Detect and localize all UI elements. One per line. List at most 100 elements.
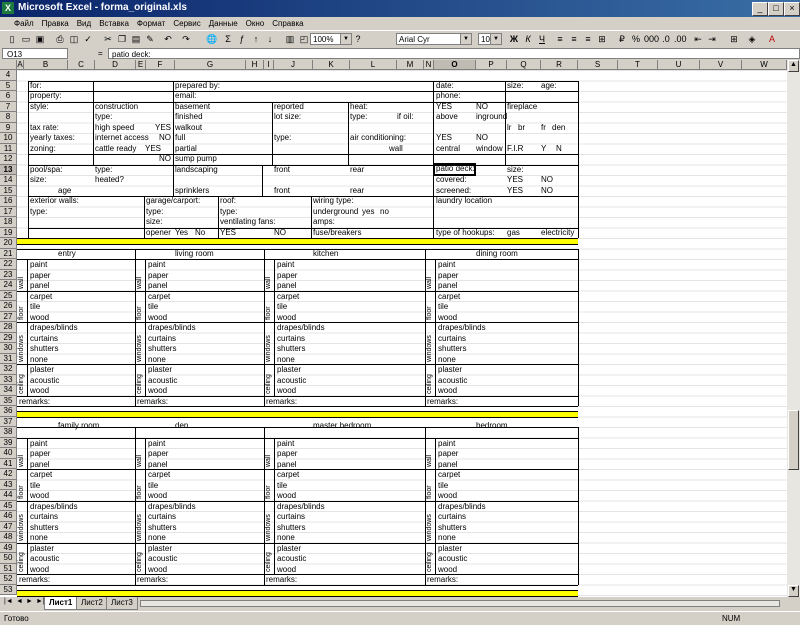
- scroll-up-icon[interactable]: ▲: [788, 60, 799, 72]
- item-panel[interactable]: panel: [148, 460, 168, 470]
- cell-yes[interactable]: YES: [507, 175, 523, 185]
- item-carpet[interactable]: carpet: [277, 470, 299, 480]
- row-header-14[interactable]: 14: [0, 175, 17, 186]
- item-plaster[interactable]: plaster: [148, 544, 172, 554]
- select-all-corner[interactable]: [0, 60, 17, 70]
- column-header-T[interactable]: T: [618, 60, 658, 70]
- item-plaster[interactable]: plaster: [277, 365, 301, 375]
- cell-date[interactable]: date:: [436, 81, 454, 91]
- menu-data[interactable]: Данные: [205, 17, 242, 30]
- remarks-label[interactable]: remarks:: [266, 575, 297, 585]
- print-icon[interactable]: ⎙: [54, 33, 66, 45]
- cell-size[interactable]: size:: [507, 81, 523, 91]
- item-shutters[interactable]: shutters: [148, 344, 176, 354]
- italic-icon[interactable]: К: [522, 33, 534, 45]
- remarks-label[interactable]: remarks:: [427, 397, 458, 407]
- cell-no[interactable]: NO: [541, 175, 553, 185]
- tab-sheet2[interactable]: Лист2: [76, 597, 108, 610]
- row-header-25[interactable]: 25: [0, 290, 17, 301]
- excel-icon[interactable]: X: [2, 2, 14, 14]
- item-shutters[interactable]: shutters: [30, 344, 58, 354]
- cell-high-speed[interactable]: high speed: [95, 123, 134, 133]
- row-header-41[interactable]: 41: [0, 458, 17, 469]
- room-living[interactable]: living room: [175, 249, 214, 259]
- item-wood[interactable]: wood: [148, 386, 167, 396]
- menu-edit[interactable]: Правка: [38, 17, 73, 30]
- item-wood[interactable]: wood: [438, 386, 457, 396]
- column-header-G[interactable]: G: [175, 60, 246, 70]
- preview-icon[interactable]: ◫: [68, 33, 80, 45]
- currency-icon[interactable]: ₽: [616, 33, 628, 45]
- cell-basement[interactable]: basement: [175, 102, 210, 112]
- item-shutters[interactable]: shutters: [148, 523, 176, 533]
- scroll-thumb[interactable]: [788, 410, 799, 470]
- room-bedroom[interactable]: bedroom: [476, 421, 508, 431]
- item-wood[interactable]: wood: [30, 386, 49, 396]
- cell-wiring-type[interactable]: wiring type:: [313, 196, 353, 206]
- row-header-22[interactable]: 22: [0, 259, 17, 270]
- remarks-label[interactable]: remarks:: [266, 397, 297, 407]
- spellcheck-icon[interactable]: ✓: [82, 33, 94, 45]
- item-shutters[interactable]: shutters: [277, 344, 305, 354]
- row-header-6[interactable]: 6: [0, 91, 17, 102]
- cell-partial[interactable]: partial: [175, 144, 197, 154]
- item-carpet[interactable]: carpet: [30, 292, 52, 302]
- item-drapes-blinds[interactable]: drapes/blinds: [277, 323, 325, 333]
- borders-icon[interactable]: ⊞: [728, 33, 740, 45]
- cell-central[interactable]: central: [436, 144, 460, 154]
- cell-yes[interactable]: yes: [362, 207, 374, 217]
- cell-n[interactable]: N: [556, 144, 562, 154]
- column-header-P[interactable]: P: [476, 60, 507, 70]
- cell-yes[interactable]: YES: [436, 102, 452, 112]
- item-acoustic[interactable]: acoustic: [148, 376, 177, 386]
- item-acoustic[interactable]: acoustic: [30, 376, 59, 386]
- increase-indent-icon[interactable]: ⇥: [706, 33, 718, 45]
- cell-type[interactable]: type:: [95, 165, 112, 175]
- column-header-S[interactable]: S: [578, 60, 618, 70]
- item-curtains[interactable]: curtains: [438, 334, 466, 344]
- column-header-A[interactable]: A: [17, 60, 24, 70]
- item-wood[interactable]: wood: [30, 313, 49, 323]
- item-paper[interactable]: paper: [30, 271, 50, 281]
- item-wood[interactable]: wood: [277, 386, 296, 396]
- item-drapes-blinds[interactable]: drapes/blinds: [30, 323, 78, 333]
- menu-file[interactable]: Файл: [0, 17, 38, 30]
- format-painter-icon[interactable]: ✎: [144, 33, 156, 45]
- item-none[interactable]: none: [30, 355, 48, 365]
- item-tile[interactable]: tile: [148, 302, 158, 312]
- formula-input[interactable]: patio deck:: [108, 48, 800, 59]
- item-curtains[interactable]: curtains: [148, 334, 176, 344]
- remarks-label[interactable]: remarks:: [19, 397, 50, 407]
- row-header-40[interactable]: 40: [0, 448, 17, 459]
- maximize-button[interactable]: □: [768, 2, 784, 16]
- cell-email[interactable]: email:: [175, 91, 196, 101]
- cell-rear[interactable]: rear: [350, 186, 364, 196]
- row-header-8[interactable]: 8: [0, 112, 17, 123]
- chevron-down-icon[interactable]: ▼: [340, 34, 351, 44]
- row-header-44[interactable]: 44: [0, 490, 17, 501]
- item-panel[interactable]: panel: [30, 460, 50, 470]
- column-header-L[interactable]: L: [350, 60, 397, 70]
- merge-center-icon[interactable]: ⊞: [596, 33, 608, 45]
- column-header-V[interactable]: V: [700, 60, 742, 70]
- item-wood[interactable]: wood: [438, 313, 457, 323]
- cell-if-oil[interactable]: if oil:: [397, 112, 413, 122]
- cell-type[interactable]: type:: [30, 207, 47, 217]
- room-master[interactable]: master bedroom: [313, 421, 371, 431]
- row-header-12[interactable]: 12: [0, 154, 17, 165]
- cell-heated[interactable]: heated?: [95, 175, 124, 185]
- item-panel[interactable]: panel: [438, 281, 458, 291]
- item-plaster[interactable]: plaster: [30, 544, 54, 554]
- item-curtains[interactable]: curtains: [148, 512, 176, 522]
- cell-patio-deck[interactable]: patio deck:: [433, 163, 476, 176]
- cell-for-label[interactable]: for:: [30, 81, 42, 91]
- item-acoustic[interactable]: acoustic: [438, 554, 467, 564]
- item-curtains[interactable]: curtains: [438, 512, 466, 522]
- item-drapes-blinds[interactable]: drapes/blinds: [148, 502, 196, 512]
- paste-icon[interactable]: ▤: [130, 33, 142, 45]
- column-header-K[interactable]: K: [313, 60, 350, 70]
- cell-yearly-taxes[interactable]: yearly taxes:: [30, 133, 75, 143]
- row-header-51[interactable]: 51: [0, 563, 17, 574]
- cut-icon[interactable]: ✂: [102, 33, 114, 45]
- column-header-N[interactable]: N: [424, 60, 434, 70]
